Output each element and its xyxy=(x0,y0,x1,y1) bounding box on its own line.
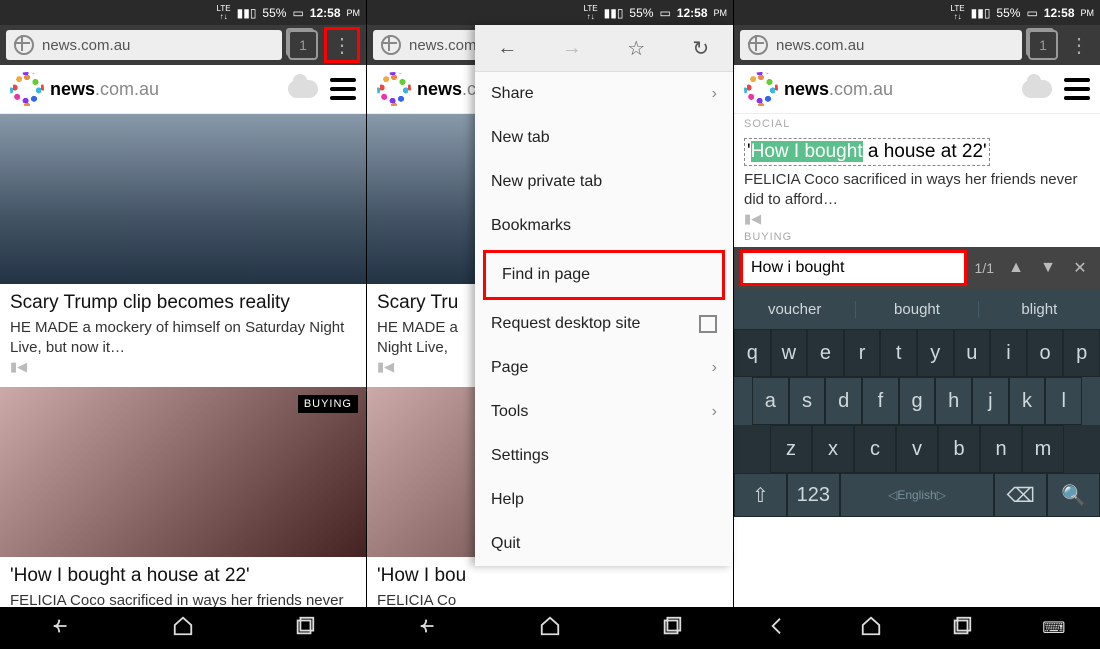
key-w[interactable]: w xyxy=(771,329,808,377)
hamburger-icon[interactable] xyxy=(330,78,356,100)
article-card[interactable]: Scary Trump clip becomes realityHE MADE … xyxy=(0,114,366,387)
recents-button[interactable] xyxy=(951,615,973,642)
find-in-page-bar: How i bought 1/1 ▲ ▼ ✕ xyxy=(734,247,1100,289)
menu-share[interactable]: Share› xyxy=(475,72,733,116)
menu-page[interactable]: Page› xyxy=(475,346,733,390)
more-menu-button[interactable]: ⋮ xyxy=(324,27,360,63)
nav-fwd-icon[interactable]: → xyxy=(540,37,605,60)
menu-find-in-page[interactable]: Find in page xyxy=(483,250,725,300)
numeric-key[interactable]: 123 xyxy=(787,473,840,517)
key-j[interactable]: j xyxy=(972,377,1009,425)
category-badge: BUYING xyxy=(298,395,358,413)
key-m[interactable]: m xyxy=(1022,425,1064,473)
key-t[interactable]: t xyxy=(880,329,917,377)
menu-quit[interactable]: Quit xyxy=(475,522,733,566)
category-label: BUYING xyxy=(734,227,1100,247)
find-close-icon[interactable]: ✕ xyxy=(1066,258,1094,278)
keyboard: voucher bought blight qwertyuiop asdfghj… xyxy=(734,289,1100,517)
site-header: news.com.au xyxy=(0,65,366,114)
android-navbar xyxy=(0,607,366,649)
menu-settings[interactable]: Settings xyxy=(475,434,733,478)
more-menu-button[interactable]: ⋮ xyxy=(1064,30,1094,60)
key-c[interactable]: c xyxy=(854,425,896,473)
back-button[interactable] xyxy=(769,615,791,642)
recents-button[interactable] xyxy=(294,615,316,642)
reload-icon[interactable]: ↻ xyxy=(669,36,734,61)
key-b[interactable]: b xyxy=(938,425,980,473)
home-button[interactable] xyxy=(860,615,882,642)
key-n[interactable]: n xyxy=(980,425,1022,473)
key-z[interactable]: z xyxy=(770,425,812,473)
keyboard-toggle-icon[interactable]: ⌨ xyxy=(1042,618,1065,638)
find-counter: 1/1 xyxy=(971,260,998,276)
key-o[interactable]: o xyxy=(1027,329,1064,377)
logo-icon xyxy=(10,72,44,106)
key-f[interactable]: f xyxy=(862,377,899,425)
bookmark-star-icon[interactable]: ☆ xyxy=(604,36,669,61)
menu-tools[interactable]: Tools› xyxy=(475,390,733,434)
key-g[interactable]: g xyxy=(899,377,936,425)
key-q[interactable]: q xyxy=(734,329,771,377)
menu-help[interactable]: Help xyxy=(475,478,733,522)
space-key[interactable]: ◁ English ▷ xyxy=(840,473,995,517)
tabs-button[interactable]: 1 xyxy=(1028,30,1058,60)
recents-button[interactable] xyxy=(661,615,683,642)
find-prev-icon[interactable]: ▲ xyxy=(1002,259,1030,277)
key-i[interactable]: i xyxy=(990,329,1027,377)
checkbox-icon[interactable] xyxy=(699,315,717,333)
status-bar: LTE↑↓ ▮▮▯55%▭ 12:58PM xyxy=(734,0,1100,25)
search-result-highlight: 'How I bought a house at 22' xyxy=(734,134,1100,170)
article-desc: FELICIA Coco sacrificed in ways her frie… xyxy=(734,170,1100,209)
home-button[interactable] xyxy=(172,615,194,642)
key-x[interactable]: x xyxy=(812,425,854,473)
url-field[interactable]: news.com.au xyxy=(740,30,1022,60)
suggestion[interactable]: blight xyxy=(979,301,1100,318)
article-card[interactable]: BUYING 'How I bought a house at 22'FELIC… xyxy=(0,387,366,607)
video-icon: ▮◀ xyxy=(10,359,356,375)
backspace-key[interactable]: ⌫ xyxy=(994,473,1047,517)
weather-icon[interactable] xyxy=(288,80,318,98)
suggestion[interactable]: bought xyxy=(856,301,978,318)
key-u[interactable]: u xyxy=(954,329,991,377)
suggestion-bar: voucher bought blight xyxy=(734,289,1100,329)
category-label: SOCIAL xyxy=(734,114,1100,134)
key-l[interactable]: l xyxy=(1045,377,1082,425)
search-key[interactable]: 🔍 xyxy=(1047,473,1100,517)
suggestion[interactable]: voucher xyxy=(734,301,856,318)
nav-back-icon[interactable]: ← xyxy=(475,37,540,60)
key-r[interactable]: r xyxy=(844,329,881,377)
key-k[interactable]: k xyxy=(1009,377,1046,425)
menu-new-tab[interactable]: New tab xyxy=(475,116,733,160)
key-y[interactable]: y xyxy=(917,329,954,377)
tabs-button[interactable]: 1 xyxy=(288,30,318,60)
menu-desktop-site[interactable]: Request desktop site xyxy=(475,302,733,346)
signal-icon: ▮▮▯ xyxy=(237,6,257,20)
menu-private-tab[interactable]: New private tab xyxy=(475,160,733,204)
key-s[interactable]: s xyxy=(789,377,826,425)
key-e[interactable]: e xyxy=(807,329,844,377)
url-field[interactable]: news.com.au xyxy=(6,30,282,60)
url-bar: news.com.au 1 ⋮ xyxy=(0,25,366,65)
globe-icon xyxy=(14,35,34,55)
home-button[interactable] xyxy=(539,615,561,642)
status-bar: LTE↑↓ ▮▮▯ 55%▭ 12:58PM xyxy=(0,0,366,25)
key-h[interactable]: h xyxy=(935,377,972,425)
key-d[interactable]: d xyxy=(825,377,862,425)
key-a[interactable]: a xyxy=(752,377,789,425)
key-p[interactable]: p xyxy=(1063,329,1100,377)
menu-bookmarks[interactable]: Bookmarks xyxy=(475,204,733,248)
overflow-menu: ← → ☆ ↻ Share› New tab New private tab B… xyxy=(475,25,733,566)
back-button[interactable] xyxy=(417,615,439,642)
find-next-icon[interactable]: ▼ xyxy=(1034,259,1062,277)
back-button[interactable] xyxy=(50,615,72,642)
shift-key[interactable]: ⇧ xyxy=(734,473,787,517)
status-bar: LTE↑↓ ▮▮▯55%▭ 12:58PM xyxy=(367,0,733,25)
find-input[interactable]: How i bought xyxy=(740,250,967,286)
key-v[interactable]: v xyxy=(896,425,938,473)
